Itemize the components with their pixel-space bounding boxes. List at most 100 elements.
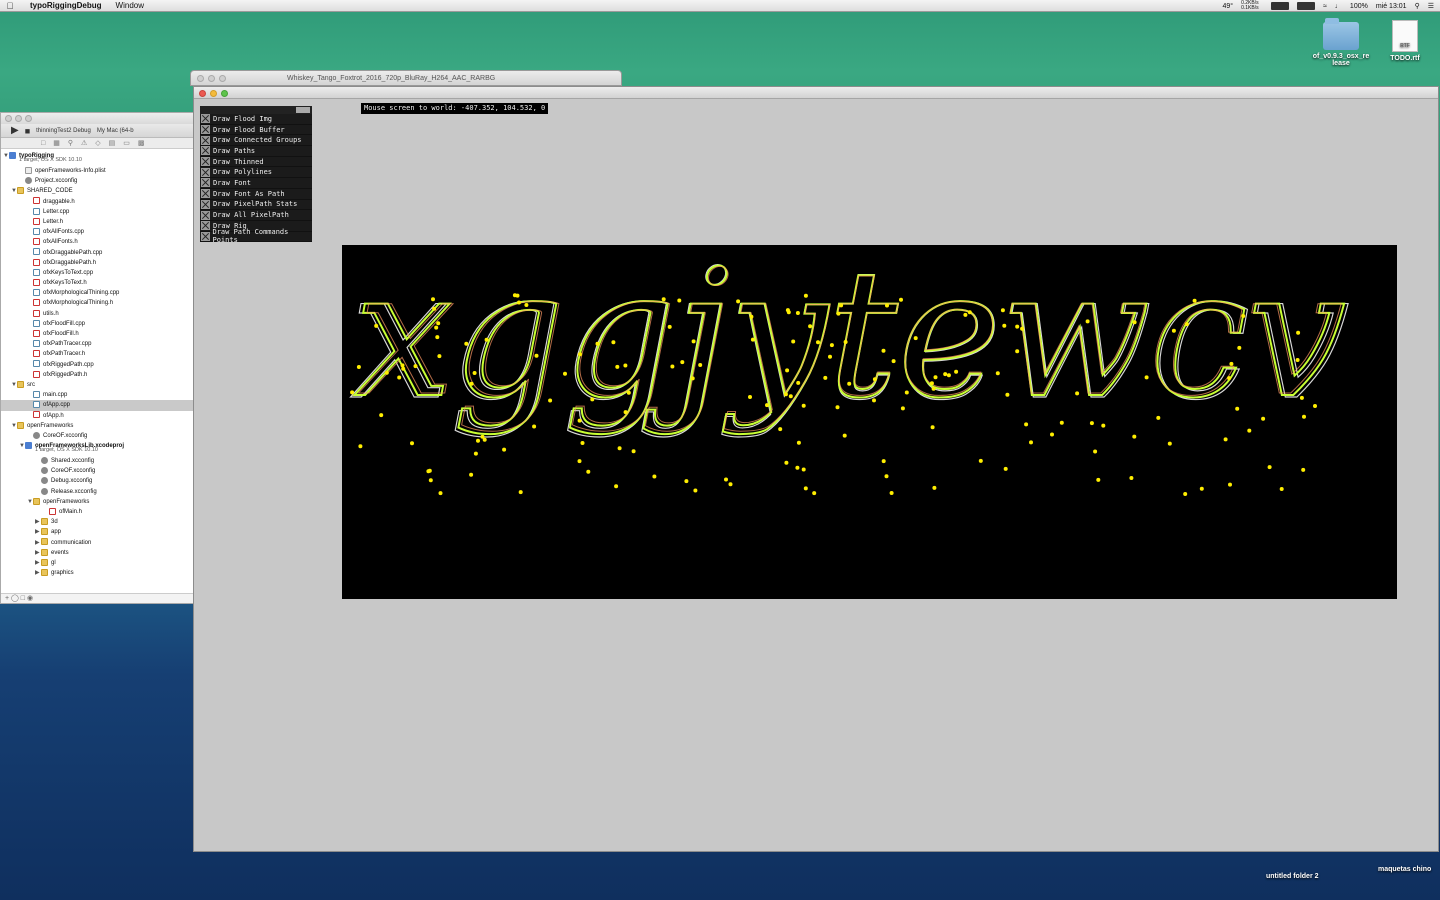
control-point[interactable]: [1241, 314, 1246, 318]
control-point[interactable]: [881, 459, 886, 464]
control-point[interactable]: [1059, 420, 1064, 425]
minimize-icon[interactable]: [208, 75, 215, 82]
control-point[interactable]: [913, 336, 918, 341]
untitled-folder-label[interactable]: untitled folder 2: [1266, 873, 1319, 880]
control-point[interactable]: [1183, 492, 1188, 496]
minimize-icon[interactable]: [15, 115, 22, 122]
control-point[interactable]: [577, 418, 582, 423]
control-point[interactable]: [904, 390, 909, 395]
control-point[interactable]: [464, 341, 469, 346]
control-point[interactable]: [428, 478, 433, 483]
control-point[interactable]: [476, 438, 480, 443]
control-point[interactable]: [1313, 404, 1317, 408]
control-point[interactable]: [1093, 449, 1098, 454]
control-point[interactable]: [783, 392, 788, 397]
tree-row[interactable]: ofxAllFonts.h: [1, 237, 193, 247]
control-point[interactable]: [1096, 477, 1101, 482]
temperature-readout[interactable]: 49°: [1222, 3, 1233, 10]
control-point[interactable]: [881, 348, 886, 353]
control-point[interactable]: [374, 323, 379, 328]
control-point[interactable]: [943, 372, 948, 377]
control-point[interactable]: [413, 364, 418, 369]
checkbox-icon[interactable]: [201, 125, 210, 135]
control-point[interactable]: [436, 321, 441, 326]
zoom-icon[interactable]: [25, 115, 32, 122]
control-point[interactable]: [410, 441, 414, 446]
monitor-icon-2[interactable]: [1297, 2, 1316, 10]
control-point[interactable]: [1279, 487, 1284, 491]
control-point[interactable]: [615, 364, 620, 369]
checkbox-icon[interactable]: [201, 221, 210, 231]
battery-readout[interactable]: 100%: [1350, 3, 1368, 10]
tree-row[interactable]: Shared.xcconfig: [1, 456, 193, 466]
checkbox-icon[interactable]: [201, 231, 210, 241]
monitor-icon[interactable]: [1271, 2, 1290, 10]
tree-row[interactable]: ofxKeysToText.h: [1, 278, 193, 288]
control-point[interactable]: [434, 325, 439, 330]
video-player-window[interactable]: Whiskey_Tango_Foxtrot_2016_720p_BluRay_H…: [190, 70, 622, 86]
toggle-row[interactable]: Draw Font As Path: [200, 188, 312, 200]
control-point[interactable]: [698, 363, 703, 367]
control-point[interactable]: [843, 340, 848, 344]
tree-row[interactable]: ofxFloodFill.h: [1, 329, 193, 339]
control-point[interactable]: [967, 310, 972, 315]
window-menu[interactable]: Window: [116, 1, 144, 10]
notification-center-icon[interactable]: ☰: [1428, 2, 1434, 10]
control-point[interactable]: [803, 486, 808, 491]
issue-navigator-icon[interactable]: ⚠: [81, 139, 87, 147]
control-point[interactable]: [803, 293, 808, 298]
panel-buttons-icon[interactable]: [296, 107, 310, 113]
tree-row[interactable]: CoreOF.xcconfig: [1, 466, 193, 476]
control-point[interactable]: [978, 458, 983, 463]
control-point[interactable]: [1029, 440, 1033, 445]
tree-row[interactable]: ▼ openFrameworks: [1, 421, 193, 431]
control-point[interactable]: [548, 398, 553, 403]
control-point[interactable]: [1237, 345, 1242, 350]
control-point[interactable]: [437, 354, 442, 359]
control-point[interactable]: [480, 434, 485, 439]
minimize-icon[interactable]: [210, 90, 217, 97]
control-point[interactable]: [400, 363, 405, 368]
control-point[interactable]: [611, 340, 616, 345]
control-point[interactable]: [842, 433, 847, 438]
tree-row[interactable]: Debug.xcconfig: [1, 476, 193, 486]
toggle-row[interactable]: Draw Font: [200, 178, 312, 189]
tree-row[interactable]: ▼ SHARED_CODE: [1, 186, 193, 196]
control-point[interactable]: [796, 380, 801, 385]
control-point[interactable]: [1229, 361, 1234, 366]
control-point[interactable]: [932, 485, 937, 490]
zoom-icon[interactable]: [219, 75, 226, 82]
control-point[interactable]: [724, 477, 728, 482]
volume-icon[interactable]: ♩: [1335, 3, 1342, 10]
control-point[interactable]: [801, 467, 806, 472]
control-point[interactable]: [929, 381, 934, 386]
control-point[interactable]: [1227, 376, 1232, 381]
control-point[interactable]: [1015, 324, 1020, 329]
control-point[interactable]: [885, 303, 889, 308]
control-point[interactable]: [872, 398, 876, 403]
control-point[interactable]: [931, 386, 936, 391]
breakpoint-navigator-icon[interactable]: ▭: [123, 139, 130, 147]
glyph-render-canvas[interactable]: xggjytewcv xggjytewcv xggjytewcv: [342, 230, 1397, 599]
log-navigator-icon[interactable]: ▩: [138, 139, 145, 147]
tree-row[interactable]: openFrameworks-Info.plist: [1, 166, 193, 176]
tree-row[interactable]: ofxDraggablePath.cpp: [1, 248, 193, 258]
control-point[interactable]: [889, 491, 894, 495]
control-point[interactable]: [765, 403, 769, 408]
control-point[interactable]: [484, 337, 489, 342]
control-point[interactable]: [472, 371, 477, 375]
tree-row[interactable]: draggable.h: [1, 197, 193, 207]
control-point[interactable]: [839, 303, 844, 308]
control-point[interactable]: [1089, 421, 1094, 426]
control-point[interactable]: [795, 465, 800, 470]
control-point[interactable]: [401, 366, 406, 371]
control-point[interactable]: [670, 364, 675, 369]
control-point[interactable]: [1235, 406, 1240, 411]
control-point[interactable]: [614, 484, 619, 489]
tree-row[interactable]: ofxDraggablePath.h: [1, 258, 193, 268]
control-point[interactable]: [1075, 391, 1080, 396]
control-point[interactable]: [1261, 416, 1266, 421]
control-point[interactable]: [680, 360, 685, 365]
control-point[interactable]: [1228, 482, 1232, 487]
control-point[interactable]: [432, 306, 437, 311]
